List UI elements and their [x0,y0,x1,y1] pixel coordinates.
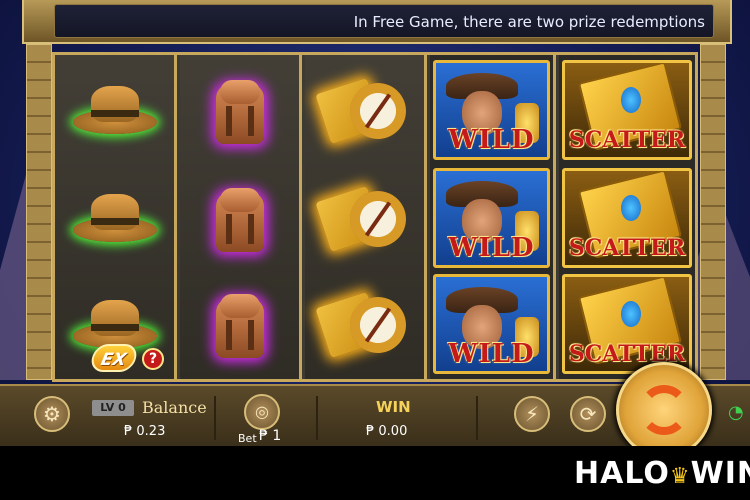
symbol-compass [305,57,424,163]
symbol-wild: WILD [430,57,553,163]
turbo-button[interactable]: ⚡ [514,396,550,432]
auto-spin-icon: ⟳ [579,402,597,426]
panel-divider [476,396,478,440]
panel-divider [214,396,216,440]
symbol-scatter: SCATTER [559,57,695,163]
symbol-hat [55,165,174,271]
bet-value: ₱ 1 [259,428,282,444]
symbol-compass [305,165,424,271]
symbol-wild: WILD [430,165,553,271]
win-value: ₱ 0.00 [366,424,408,439]
reel-3 [305,55,427,379]
balance-value: ₱ 0.23 [124,424,166,439]
symbol-scatter: SCATTER [559,165,695,271]
wifi-signal-icon: ◔ [728,402,744,423]
wild-label: WILD [448,125,535,155]
extra-bet-help-button[interactable]: ? [142,348,164,370]
brand-name-right: WIN [690,456,750,491]
reel-5: SCATTER SCATTER SCATTER [559,55,695,379]
symbol-scatter: SCATTER [559,271,695,377]
game-stage: In Free Game, there are two prize redemp… [0,0,750,500]
symbol-backpack [180,57,299,163]
banner-message: In Free Game, there are two prize redemp… [54,4,714,38]
bet-label: Bet [238,432,257,445]
lightning-icon: ⚡ [524,402,540,426]
coin-stack-icon: ◎ [255,402,269,421]
brand-logo: HALO♛WIN [574,456,750,491]
pillar-left [26,44,52,380]
reel-1 [55,55,177,379]
level-badge: LV 0 [92,400,134,416]
autoplay-button[interactable]: ⟳ [570,396,606,432]
spin-button[interactable] [616,362,712,458]
wild-label: WILD [448,233,535,263]
wild-label: WILD [448,339,535,369]
symbol-backpack [180,271,299,377]
brand-name-left: HALO [574,456,670,491]
top-banner: In Free Game, there are two prize redemp… [22,0,732,44]
pillar-right [700,44,726,380]
reel-2 [180,55,302,379]
reel-board: WILD WILD WILD SCATTER SCATTER SCATTER [52,52,698,382]
symbol-backpack [180,165,299,271]
crown-icon: ♛ [669,464,691,489]
reel-4: WILD WILD WILD [430,55,556,379]
gear-icon: ⚙ [43,402,61,426]
spin-arrows-icon [639,385,689,435]
panel-divider [316,396,318,440]
win-label: WIN [376,398,411,416]
scatter-label: SCATTER [568,127,686,153]
bet-coins-button[interactable]: ◎ [244,394,280,430]
scatter-label: SCATTER [568,235,686,261]
symbol-hat [55,57,174,163]
balance-label: Balance [142,398,207,417]
symbol-wild: WILD [430,271,553,377]
symbol-compass [305,271,424,377]
settings-button[interactable]: ⚙ [34,396,70,432]
